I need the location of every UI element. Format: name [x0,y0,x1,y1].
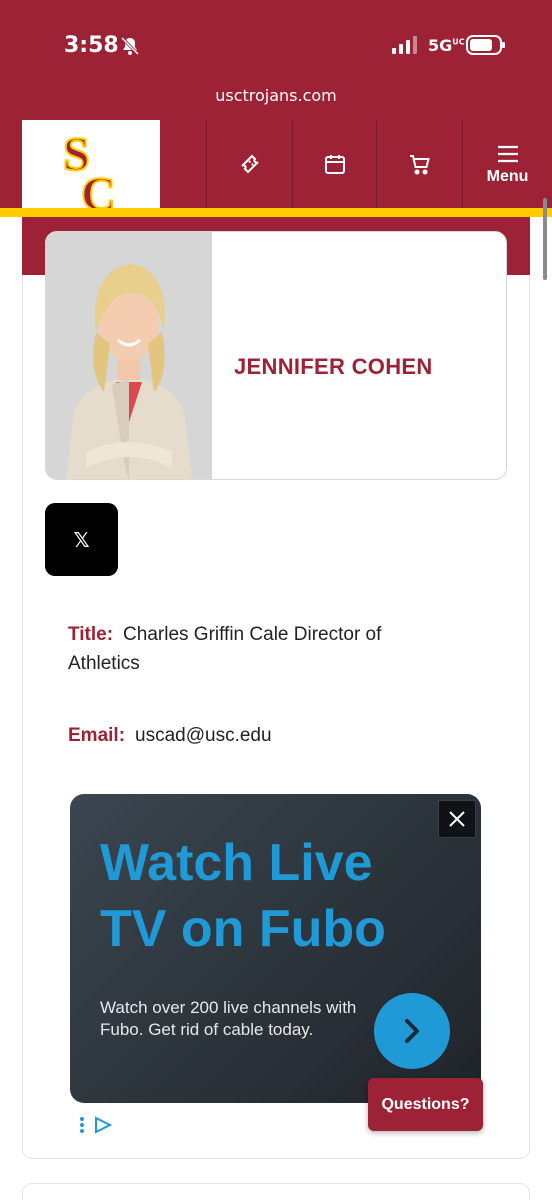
menu-button[interactable]: Menu [462,120,552,208]
network-type: 5GUC [428,36,465,55]
adchoices-icon[interactable] [76,1116,116,1134]
title-field: Title: Charles Griffin Cale Director of A… [68,620,448,678]
ad-headline[interactable]: Watch Live TV on Fubo [100,830,440,962]
calendar-icon [324,155,345,174]
portrait-image [46,232,212,479]
email-field: Email: uscad@usc.edu [68,721,448,750]
email-label: Email: [68,725,126,746]
tickets-button[interactable] [206,120,292,208]
chevron-right-icon [405,1019,419,1043]
next-card [22,1183,530,1200]
browser-url[interactable]: usctrojans.com [0,86,552,105]
staff-name: JENNIFER COHEN [234,354,433,379]
ad-close-button[interactable] [438,800,476,838]
hamburger-icon [497,145,518,163]
close-icon [449,811,465,827]
signal-icon [392,36,417,54]
profile-card: JENNIFER COHEN [45,231,507,480]
profile-photo [46,232,212,479]
shop-button[interactable] [376,120,462,208]
scrollbar[interactable] [543,198,547,280]
usc-sc-logo-icon: S C [62,127,117,212]
gold-stripe [0,208,552,217]
battery-icon [466,35,505,55]
status-time: 3:58 [64,33,119,58]
ad-body-text: Watch over 200 live channels with Fubo. … [100,998,357,1039]
x-logo-icon: 𝕏 [73,527,90,552]
title-value: Charles Griffin Cale Director of Athleti… [68,624,382,674]
fubo-ad[interactable]: Watch Live TV on Fubo Watch over 200 liv… [70,794,481,1103]
x-social-button[interactable]: 𝕏 [45,503,118,576]
ticket-icon [240,154,259,174]
schedule-button[interactable] [292,120,376,208]
email-value[interactable]: uscad@usc.edu [135,725,272,746]
cart-icon [409,155,430,175]
status-bar: 3:58 5GUC [0,0,552,80]
menu-label: Menu [486,168,529,185]
usc-logo[interactable]: S C [22,120,160,218]
silent-bell-icon [120,36,140,56]
questions-chat-button[interactable]: Questions? [368,1078,483,1131]
svg-text:C: C [81,168,116,212]
title-label: Title: [68,624,114,645]
ad-go-button[interactable] [374,993,450,1069]
